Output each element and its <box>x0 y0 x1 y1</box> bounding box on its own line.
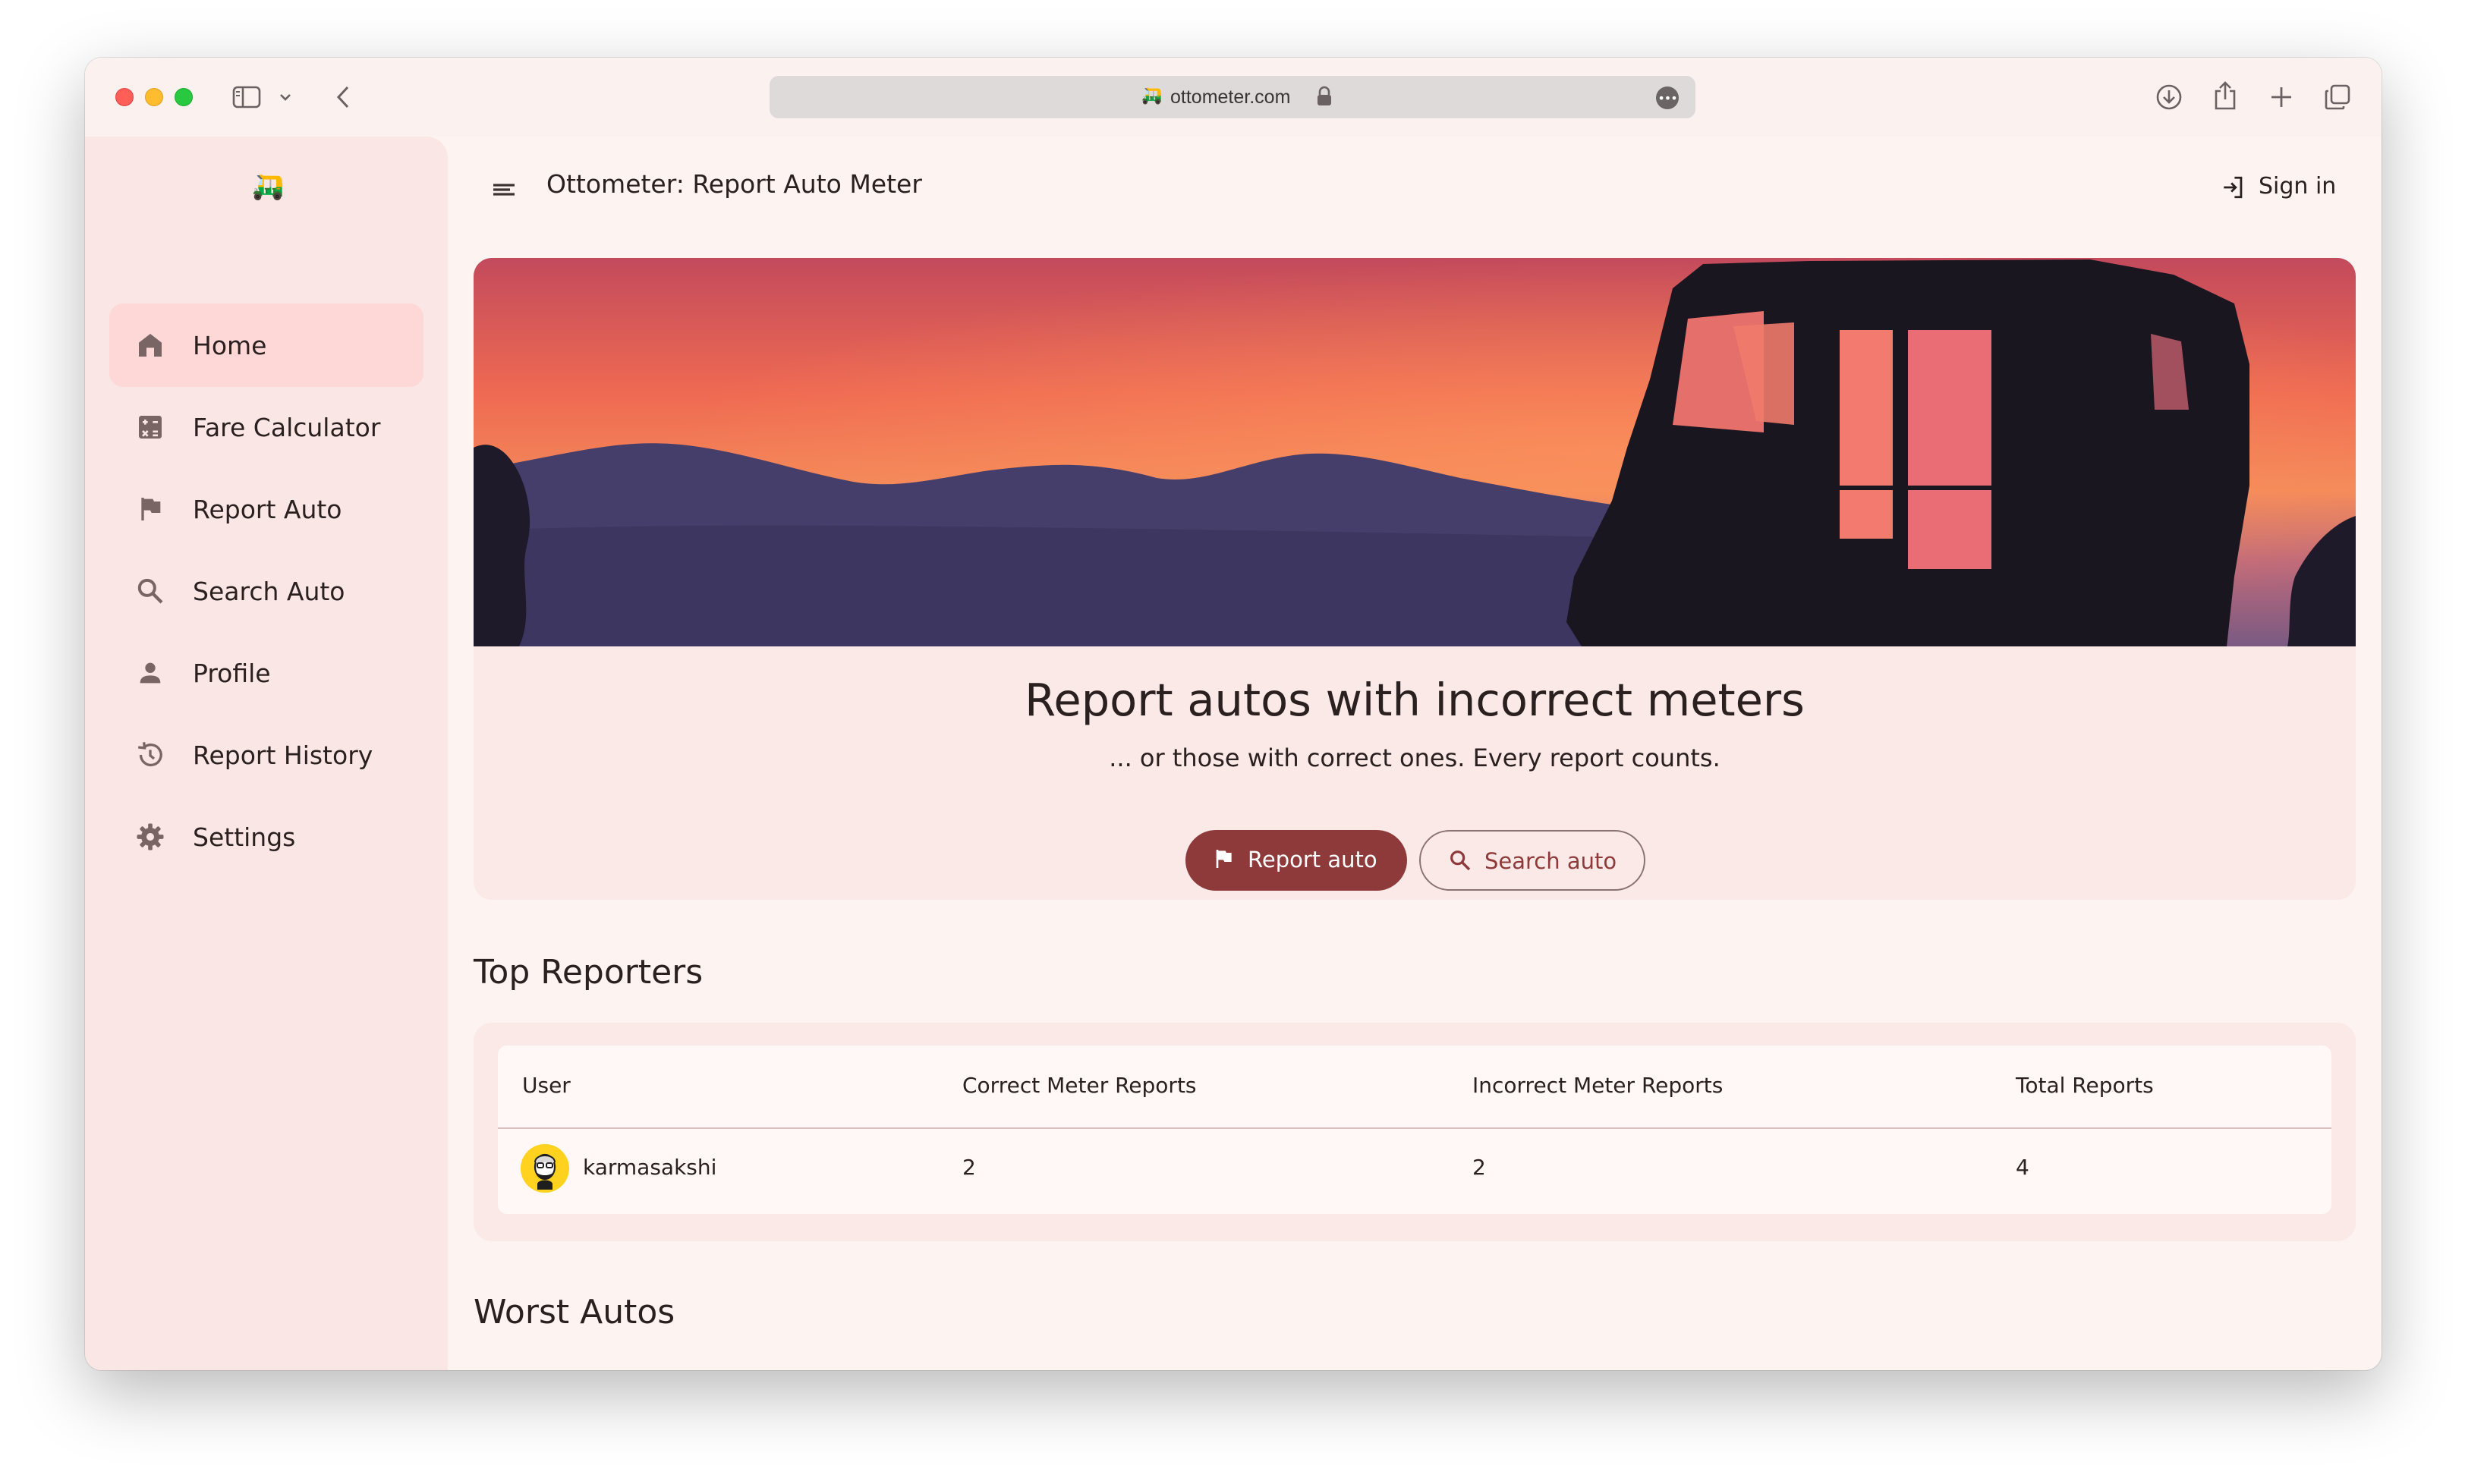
column-header-user[interactable]: User <box>522 1073 571 1098</box>
sidebar-item-label: Home <box>193 331 267 360</box>
sidebar-item-label: Search Auto <box>193 577 345 606</box>
reporter-total-count: 4 <box>2016 1155 2029 1180</box>
site-favicon-icon: 🛺 <box>1141 86 1163 105</box>
sidebar-item-label: Profile <box>193 659 271 688</box>
search-icon <box>135 576 165 606</box>
page-menu-icon[interactable]: ••• <box>1656 86 1679 109</box>
maximize-window-button[interactable] <box>175 88 193 106</box>
table-divider <box>498 1127 2331 1129</box>
sidebar-item-report-auto[interactable]: Report Auto <box>109 467 423 551</box>
top-reporters-card: User Correct Meter Reports Incorrect Met… <box>474 1023 2356 1241</box>
calculator-icon <box>135 412 165 442</box>
column-header-total[interactable]: Total Reports <box>2016 1073 2154 1098</box>
menu-icon[interactable] <box>487 173 524 206</box>
search-auto-label: Search auto <box>1484 848 1617 874</box>
sidebar-item-profile[interactable]: Profile <box>109 631 423 715</box>
history-icon <box>135 740 165 770</box>
sidebar-item-fare-calculator[interactable]: Fare Calculator <box>109 385 423 469</box>
hero-card: Report autos with incorrect meters ... o… <box>474 258 2356 900</box>
share-icon[interactable] <box>2208 77 2242 114</box>
close-window-button[interactable] <box>115 88 134 106</box>
lock-icon <box>1316 86 1333 110</box>
top-reporters-table: User Correct Meter Reports Incorrect Met… <box>498 1045 2331 1214</box>
minimize-window-button[interactable] <box>145 88 163 106</box>
sign-in-label: Sign in <box>2259 173 2337 200</box>
app-logo-icon[interactable]: 🛺 <box>252 171 284 202</box>
sidebar-item-search-auto[interactable]: Search Auto <box>109 549 423 633</box>
report-auto-button[interactable]: Report auto <box>1185 830 1407 891</box>
address-bar[interactable]: 🛺 ottometer.com ••• <box>770 76 1695 118</box>
download-icon[interactable] <box>2152 80 2186 114</box>
search-icon <box>1448 848 1474 874</box>
sidebar-item-label: Fare Calculator <box>193 413 381 442</box>
flag-icon <box>1211 847 1237 872</box>
hero-image <box>474 258 2356 646</box>
hero-subtitle: ... or those with correct ones. Every re… <box>1109 744 1720 772</box>
hero-title: Report autos with incorrect meters <box>1025 674 1805 726</box>
chevron-down-icon[interactable] <box>276 88 294 106</box>
back-icon[interactable] <box>328 82 358 112</box>
sidebar-toggle-icon[interactable] <box>231 83 262 111</box>
search-auto-button[interactable]: Search auto <box>1419 830 1645 891</box>
url-text: ottometer.com <box>1170 86 1291 108</box>
report-auto-label: Report auto <box>1248 847 1377 872</box>
sidebar-item-home[interactable]: Home <box>109 303 423 387</box>
reporter-username[interactable]: karmasakshi <box>583 1155 716 1180</box>
home-icon <box>135 330 165 360</box>
gear-icon <box>135 822 165 852</box>
reporter-incorrect-count: 2 <box>1472 1155 1486 1180</box>
sidebar-item-label: Report History <box>193 740 373 770</box>
avatar <box>521 1144 569 1193</box>
sidebar-item-label: Report Auto <box>193 495 342 524</box>
column-header-correct[interactable]: Correct Meter Reports <box>962 1073 1197 1098</box>
sidebar: 🛺 Home Fare Calculator Report Auto Searc… <box>85 137 448 1370</box>
new-tab-icon[interactable] <box>2265 80 2298 114</box>
person-icon <box>135 658 165 688</box>
worst-autos-heading: Worst Autos <box>474 1293 675 1332</box>
login-icon <box>2221 174 2248 202</box>
sidebar-item-settings[interactable]: Settings <box>109 795 423 879</box>
top-reporters-heading: Top Reporters <box>474 953 704 992</box>
browser-window: 🛺 ottometer.com ••• 🛺 Home Fare Calculat… <box>85 58 2382 1370</box>
reporter-correct-count: 2 <box>962 1155 976 1180</box>
sidebar-item-report-history[interactable]: Report History <box>109 713 423 797</box>
page-title: Ottometer: Report Auto Meter <box>546 169 922 199</box>
sign-in-button[interactable]: Sign in <box>2221 167 2350 208</box>
tabs-overview-icon[interactable] <box>2321 80 2354 114</box>
flag-icon <box>135 494 165 524</box>
column-header-incorrect[interactable]: Incorrect Meter Reports <box>1472 1073 1723 1098</box>
sidebar-item-label: Settings <box>193 822 296 852</box>
browser-toolbar: 🛺 ottometer.com ••• <box>85 58 2382 137</box>
